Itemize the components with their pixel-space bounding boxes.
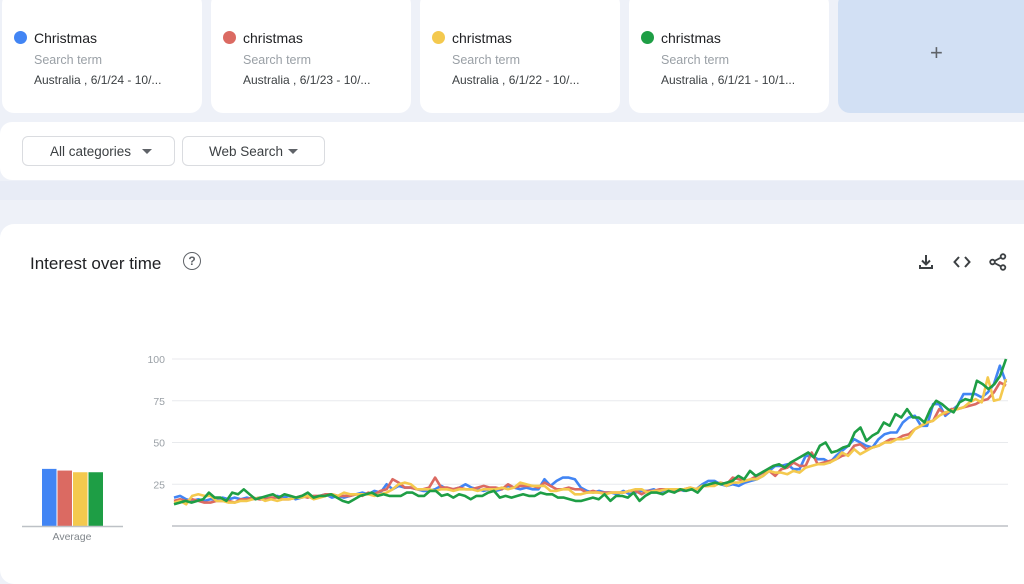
interest-line-chart: 25 50 75 100 [147,354,1008,527]
term-card-1[interactable]: Christmas Search term Australia , 6/1/24… [2,0,202,113]
add-comparison-button[interactable]: + [838,0,1024,113]
term-card-2[interactable]: christmas Search term Australia , 6/1/23… [211,0,411,113]
search-type-dropdown[interactable]: Web Search [182,136,325,166]
search-type-dropdown-label: Web Search [209,144,284,159]
series-color-dot [223,31,236,44]
series-line-3[interactable] [173,376,1008,506]
term-type: Search term [452,53,521,67]
interest-over-time-card: Interest over time ? Average 25 50 75 100 [0,224,1024,584]
y-tick-label: 75 [153,396,165,408]
term-type: Search term [34,53,103,67]
term-name: Christmas [34,30,98,46]
y-tick-label: 25 [153,479,165,491]
divider-band [0,181,1024,200]
term-card-4[interactable]: christmas Search term Australia , 6/1/21… [629,0,829,113]
download-icon[interactable] [916,252,936,272]
series-color-dot [641,31,654,44]
y-tick-label: 100 [147,354,165,366]
question-circle-icon[interactable]: ? [183,252,201,270]
chevron-down-icon [142,149,152,154]
term-type: Search term [661,53,730,67]
series-line-4[interactable] [173,358,1008,506]
series-line-1[interactable] [173,364,1008,503]
category-dropdown[interactable]: All categories [22,136,175,166]
embed-code-icon[interactable] [952,252,972,272]
chart-title: Interest over time [30,254,162,273]
filter-bar: All categories Web Search [0,122,1024,180]
term-location-range: Australia , 6/1/21 - 10/1... [661,73,796,87]
plus-icon: + [930,40,943,65]
term-name: christmas [661,30,721,46]
share-icon[interactable] [988,252,1008,272]
series-color-dot [14,31,27,44]
category-dropdown-label: All categories [50,144,132,159]
term-location-range: Australia , 6/1/22 - 10/... [452,73,580,87]
term-location-range: Australia , 6/1/23 - 10/... [243,73,371,87]
term-name: christmas [452,30,512,46]
term-name: christmas [243,30,303,46]
term-card-3[interactable]: christmas Search term Australia , 6/1/22… [420,0,620,113]
chevron-down-icon [288,149,298,154]
y-tick-label: 50 [153,438,165,450]
term-location-range: Australia , 6/1/24 - 10/... [34,73,162,87]
search-terms-row: Christmas Search term Australia , 6/1/24… [0,0,1024,114]
term-type: Search term [243,53,312,67]
series-color-dot [432,31,445,44]
